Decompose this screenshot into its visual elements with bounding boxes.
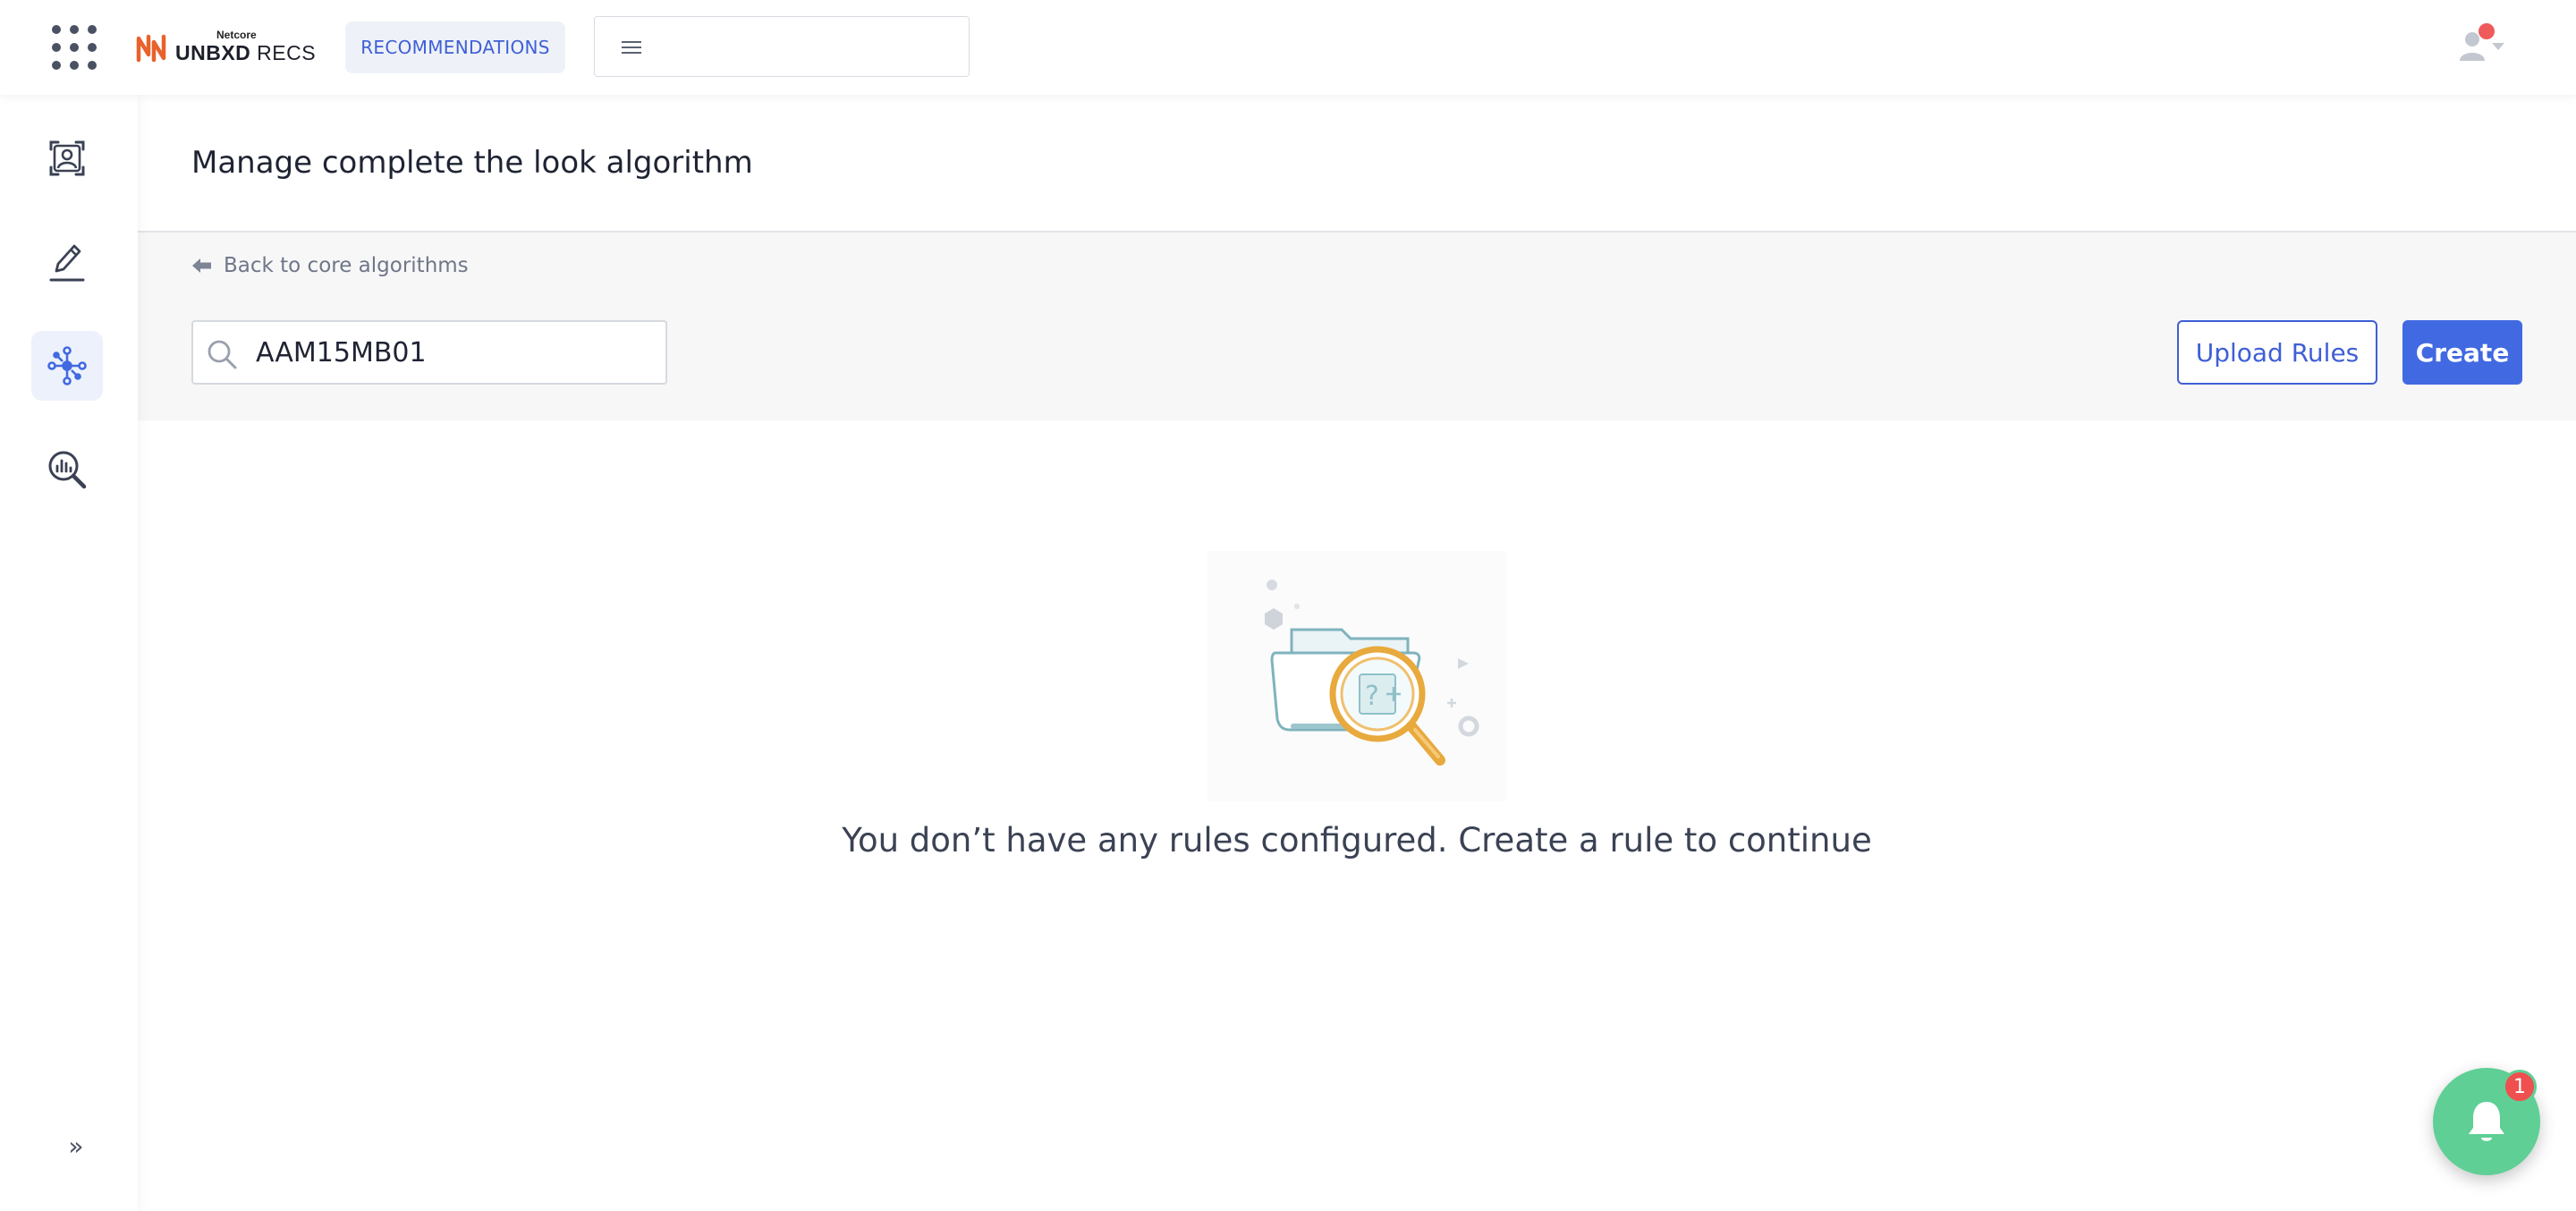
- left-sidebar: »: [0, 95, 138, 1211]
- user-frame-icon: [49, 140, 85, 176]
- notification-count-badge: 1: [2503, 1070, 2537, 1104]
- bell-icon: [2469, 1102, 2504, 1141]
- logo-main-text: UNBXD RECS: [175, 41, 316, 65]
- back-link-label: Back to core algorithms: [224, 254, 469, 277]
- recommendations-module-button[interactable]: RECOMMENDATIONS: [345, 21, 565, 73]
- search-icon: [208, 340, 237, 369]
- user-menu[interactable]: [2451, 23, 2513, 70]
- upload-rules-button[interactable]: Upload Rules: [2177, 320, 2377, 385]
- rules-toolbar: Back to core algorithms Upload Rules Cre…: [138, 233, 2576, 420]
- sidebar-item-algorithms[interactable]: [31, 331, 103, 401]
- menu-lines-icon: [622, 41, 641, 54]
- logo-brand-text: UNBXD: [175, 41, 251, 64]
- netcore-unbxd-logo: Netcore UNBXD RECS: [136, 29, 327, 66]
- sidebar-item-editor[interactable]: [31, 227, 103, 297]
- arrow-left-icon: [192, 258, 211, 273]
- empty-state-message: You don’t have any rules configured. Cre…: [842, 821, 1872, 860]
- back-to-core-algorithms-link[interactable]: Back to core algorithms: [191, 254, 469, 277]
- network-icon: [47, 346, 87, 385]
- app-launcher-grid-icon[interactable]: [52, 25, 97, 70]
- page-header: Manage complete the look algorithm: [138, 95, 2576, 233]
- logo-product-text: RECS: [257, 41, 317, 64]
- top-header: Netcore UNBXD RECS RECOMMENDATIONS: [0, 0, 2576, 95]
- logo-small-text: Netcore: [216, 29, 257, 41]
- double-chevron-right-icon[interactable]: »: [63, 1131, 89, 1161]
- page-title: Manage complete the look algorithm: [191, 145, 753, 181]
- analytics-search-icon: [48, 451, 87, 489]
- chevron-down-icon: [2492, 43, 2504, 50]
- empty-folder-search-illustration: ?: [1208, 551, 1506, 801]
- site-selector[interactable]: [594, 16, 970, 77]
- user-avatar-icon: [2460, 23, 2504, 61]
- search-input[interactable]: [254, 322, 648, 383]
- netcore-logo-icon: [136, 34, 166, 63]
- sidebar-item-analytics[interactable]: [31, 435, 103, 504]
- svg-text:?: ?: [1365, 681, 1379, 712]
- rule-search-field[interactable]: [191, 320, 667, 385]
- create-button[interactable]: Create: [2402, 320, 2522, 385]
- pencil-icon: [49, 244, 85, 282]
- sidebar-item-users[interactable]: [31, 123, 103, 193]
